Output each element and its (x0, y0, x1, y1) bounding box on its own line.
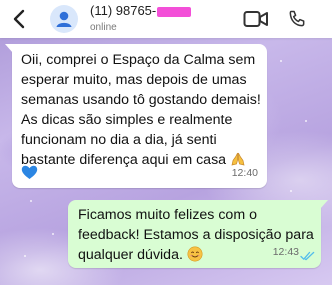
message-time: 12:43 (272, 246, 299, 258)
message-time: 12:40 (231, 167, 258, 179)
star (280, 60, 282, 62)
contact-status: online (90, 22, 117, 33)
chat-header: (11) 98765- online (0, 0, 332, 38)
incoming-message-text: Oii, comprei o Espaço da Calma sem esper… (21, 52, 261, 168)
star (305, 120, 307, 122)
double-check-read-icon (300, 251, 315, 261)
message-text: Oii, comprei o Espaço da Calma sem esper… (21, 50, 261, 170)
outgoing-message[interactable]: Ficamos muito felizes com o feedback! Es… (68, 200, 328, 268)
contact-name: (11) 98765- (90, 3, 192, 19)
voice-call-icon[interactable] (287, 9, 307, 29)
star (52, 233, 54, 235)
video-call-icon[interactable] (243, 10, 269, 28)
star (24, 255, 26, 257)
avatar[interactable] (50, 5, 78, 33)
star (30, 200, 32, 202)
contact-info[interactable]: (11) 98765- online (90, 3, 192, 35)
incoming-message[interactable]: Oii, comprei o Espaço da Calma sem esper… (5, 44, 267, 188)
person-icon (56, 11, 72, 27)
blue-heart-emoji (21, 165, 38, 179)
smiling-face-emoji (187, 246, 203, 262)
star (290, 190, 292, 192)
contact-number: (11) 98765- (90, 3, 157, 18)
back-arrow-icon[interactable] (12, 9, 26, 29)
redaction-mark (157, 6, 192, 17)
